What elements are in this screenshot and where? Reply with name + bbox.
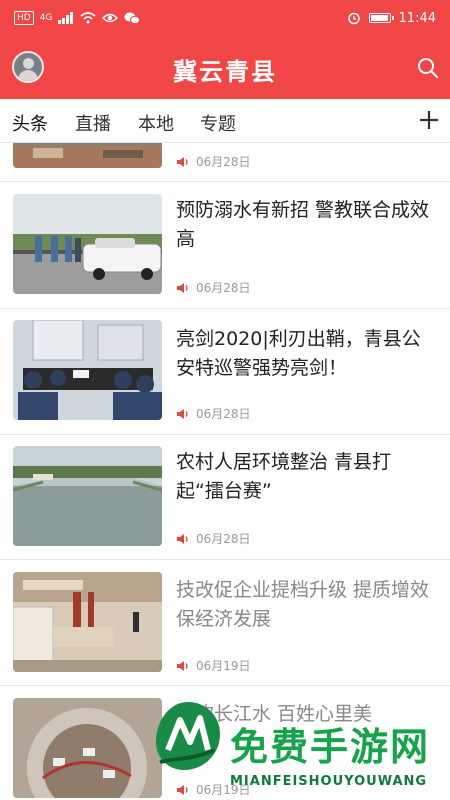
news-thumbnail: [13, 572, 162, 672]
tab-local[interactable]: 本地: [138, 110, 174, 136]
news-thumbnail: [13, 194, 162, 294]
page-title: 冀云青县: [173, 58, 277, 86]
news-thumbnail: [13, 446, 162, 546]
battery-level: [370, 15, 388, 21]
tab-headlines[interactable]: 头条: [12, 110, 48, 136]
news-meta: 06月19日: [176, 657, 251, 674]
watermark: 免费手游网 MIANFEISHOUYOUWANG: [150, 700, 450, 800]
search-icon[interactable]: [416, 56, 440, 80]
news-item[interactable]: 技改促企业提档升级 提质增效保经济发展 06月19日: [0, 560, 450, 685]
news-title: 技改促企业提档升级 提质增效保经济发展: [176, 579, 430, 630]
wifi-icon: [80, 12, 96, 24]
news-meta: 06月28日: [176, 153, 251, 170]
news-meta: 06月28日: [176, 405, 251, 422]
battery-icon: [368, 13, 394, 23]
hd-icon: HD: [14, 11, 34, 25]
alarm-icon: [347, 12, 360, 25]
app-header: 冀云青县: [0, 36, 450, 99]
tab-live[interactable]: 直播: [75, 110, 111, 136]
news-thumbnail: [13, 320, 162, 420]
news-item[interactable]: 预防溺水有新招 警教联合成效高 06月28日: [0, 182, 450, 308]
watermark-logo-icon: [156, 702, 220, 770]
news-item[interactable]: 06月28日: [0, 143, 450, 181]
status-bar: HD 4G 11:44: [0, 0, 450, 36]
news-title: 预防溺水有新招 警教联合成效高: [176, 199, 430, 250]
news-title: 农村人居环境整治 青县打起“擂台赛”: [176, 451, 392, 502]
speaker-icon: [177, 408, 188, 419]
speaker-icon: [177, 533, 188, 544]
speaker-icon: [177, 660, 188, 671]
plus-icon[interactable]: [418, 109, 440, 131]
news-item[interactable]: 亮剑2020|利刃出鞘，青县公安特巡警强势亮剑！ 06月28日: [0, 309, 450, 434]
watermark-subtext: MIANFEISHOUYOUWANG: [230, 774, 428, 789]
news-thumbnail: [13, 698, 162, 798]
speaker-icon: [177, 156, 188, 167]
news-title: 亮剑2020|利刃出鞘，青县公安特巡警强势亮剑！: [176, 328, 421, 379]
wechat-icon: [124, 12, 141, 24]
tab-topics[interactable]: 专题: [200, 110, 236, 136]
watermark-text: 免费手游网: [230, 725, 431, 769]
news-thumbnail: [13, 143, 162, 168]
network-type: 4G: [39, 13, 53, 23]
news-meta: 06月28日: [176, 279, 251, 296]
clock: 11:44: [398, 10, 436, 26]
channel-tabs: 头条 直播 本地 专题: [0, 99, 450, 143]
news-item[interactable]: 农村人居环境整治 青县打起“擂台赛” 06月28日: [0, 435, 450, 559]
news-meta: 06月28日: [176, 530, 251, 547]
signal-icon: [58, 12, 74, 24]
speaker-icon: [177, 282, 188, 293]
eye-icon: [102, 13, 119, 23]
